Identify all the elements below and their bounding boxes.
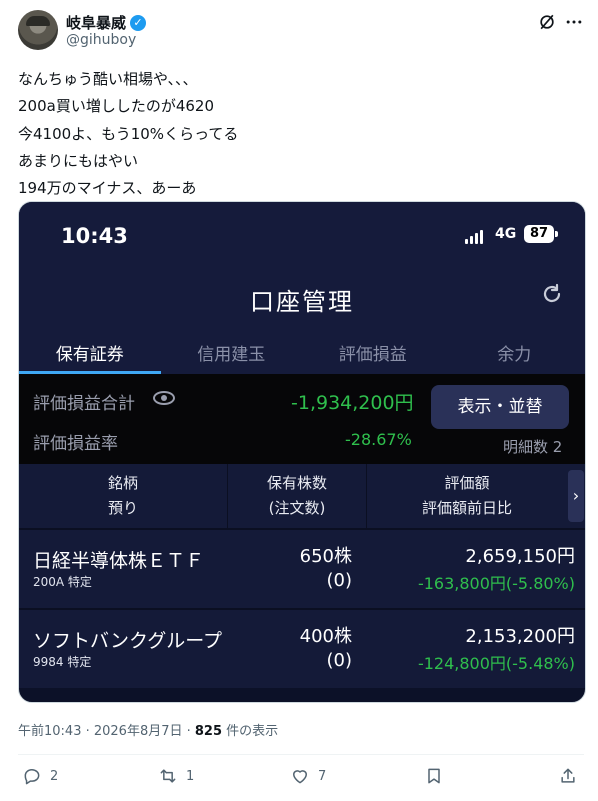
eye-icon[interactable] [153,391,175,405]
row-stock-code: 200A 特定 [33,575,92,589]
post-timestamp[interactable]: 午前10:43 · 2026年8月7日 · [18,724,195,739]
chevron-right-icon[interactable]: › [568,470,584,522]
attached-image[interactable]: 10:43 4G 87 口座管理 保有証券 信用建玉 評価損益 余力 評価損益合… [18,201,586,703]
tweet-line: あまりにもはやい [18,151,139,170]
row-change: -163,800円(-5.80%) [417,574,575,593]
app-title: 口座管理 [250,288,354,316]
header-shares-l2: (注文数) [268,499,326,517]
row-shares: 400株 [299,626,352,647]
repost-icon [160,769,176,783]
tab-margin-positions[interactable]: 信用建玉 [161,330,303,374]
tweet-line: 200a買い増ししたのが4620 [18,97,214,116]
header-value-l1: 評価額 [444,474,490,492]
divider [18,754,584,755]
reply-count: 2 [50,768,59,784]
row-change: -124,800円(-5.48%) [417,654,575,673]
post-meta: 午前10:43 · 2026年8月7日 · 825 件の表示 [18,720,278,739]
author-name[interactable]: 岐阜暴威 ✓ [66,12,147,33]
tab-profit-loss[interactable]: 評価損益 [302,330,444,374]
more-options-icon[interactable] [562,10,586,34]
row-value: 2,153,200円 [465,626,575,647]
header-stock-l1: 銘柄 [107,474,138,492]
share-button[interactable] [558,766,578,786]
verified-badge-icon: ✓ [130,14,147,31]
header-value-l2: 評価額前日比 [421,499,512,517]
tweet-line: なんちゅう酷い相場や、、、 [18,70,198,88]
total-pl-label: 評価損益合計 [33,394,135,414]
repost-count: 1 [186,768,195,784]
header-value: 評価額 評価額前日比 [367,471,567,521]
battery-tip [555,231,558,237]
total-pl-value: -1,934,200円 [291,392,414,414]
pl-rate-value: -28.67% [345,430,412,449]
reply-icon [24,769,40,785]
battery-icon: 87 [524,225,554,243]
tweet-line: 194万のマイナス、あーあ [18,179,197,198]
refresh-icon[interactable] [539,282,565,308]
header-stock-l2: 預り [107,499,138,517]
bookmark-button[interactable] [424,766,444,786]
display-sort-button[interactable]: 表示・並替 [431,385,569,429]
status-time: 10:43 [61,224,128,248]
grok-icon[interactable] [535,10,559,34]
detail-count: 明細数 2 [503,438,563,456]
view-label: 件の表示 [222,724,279,739]
pl-rate-label: 評価損益率 [33,434,118,454]
row-stock-code: 9984 特定 [33,655,92,669]
author-name-text[interactable]: 岐阜暴威 [66,12,126,33]
bookmark-icon [428,768,440,784]
tab-holdings[interactable]: 保有証券 [19,330,161,374]
heart-icon [293,770,307,784]
header-shares: 保有株数 (注文数) [228,471,366,521]
tab-bar: 保有証券 信用建玉 評価損益 余力 [19,330,585,374]
header-stock: 銘柄 預り [19,471,227,521]
row-orders: (0) [326,650,353,671]
tweet-text: なんちゅう酷い相場や、、、 200a買い増ししたのが4620 今4100よ、もう… [18,66,578,202]
row-stock-name: ソフトバンクグループ [33,630,223,652]
network-type: 4G [495,226,517,242]
signal-icon [465,230,483,244]
row-stock-name: 日経半導体株ＥＴＦ [33,550,205,572]
reply-button[interactable]: 2 [22,766,58,786]
header-shares-l1: 保有株数 [266,474,327,492]
like-button[interactable]: 7 [290,766,326,786]
like-count: 7 [318,768,327,784]
row-shares: 650株 [299,546,352,567]
share-icon [561,768,575,783]
repost-button[interactable]: 1 [158,766,194,786]
avatar[interactable] [18,10,58,50]
tab-buying-power[interactable]: 余力 [444,330,586,374]
author-handle[interactable]: @gihuboy [66,32,136,48]
app-header: 口座管理 [19,268,585,330]
view-count: 825 [194,724,223,739]
row-value: 2,659,150円 [465,546,575,567]
row-orders: (0) [326,570,353,591]
tweet-line: 今4100よ、もう10%くらってる [18,124,239,143]
